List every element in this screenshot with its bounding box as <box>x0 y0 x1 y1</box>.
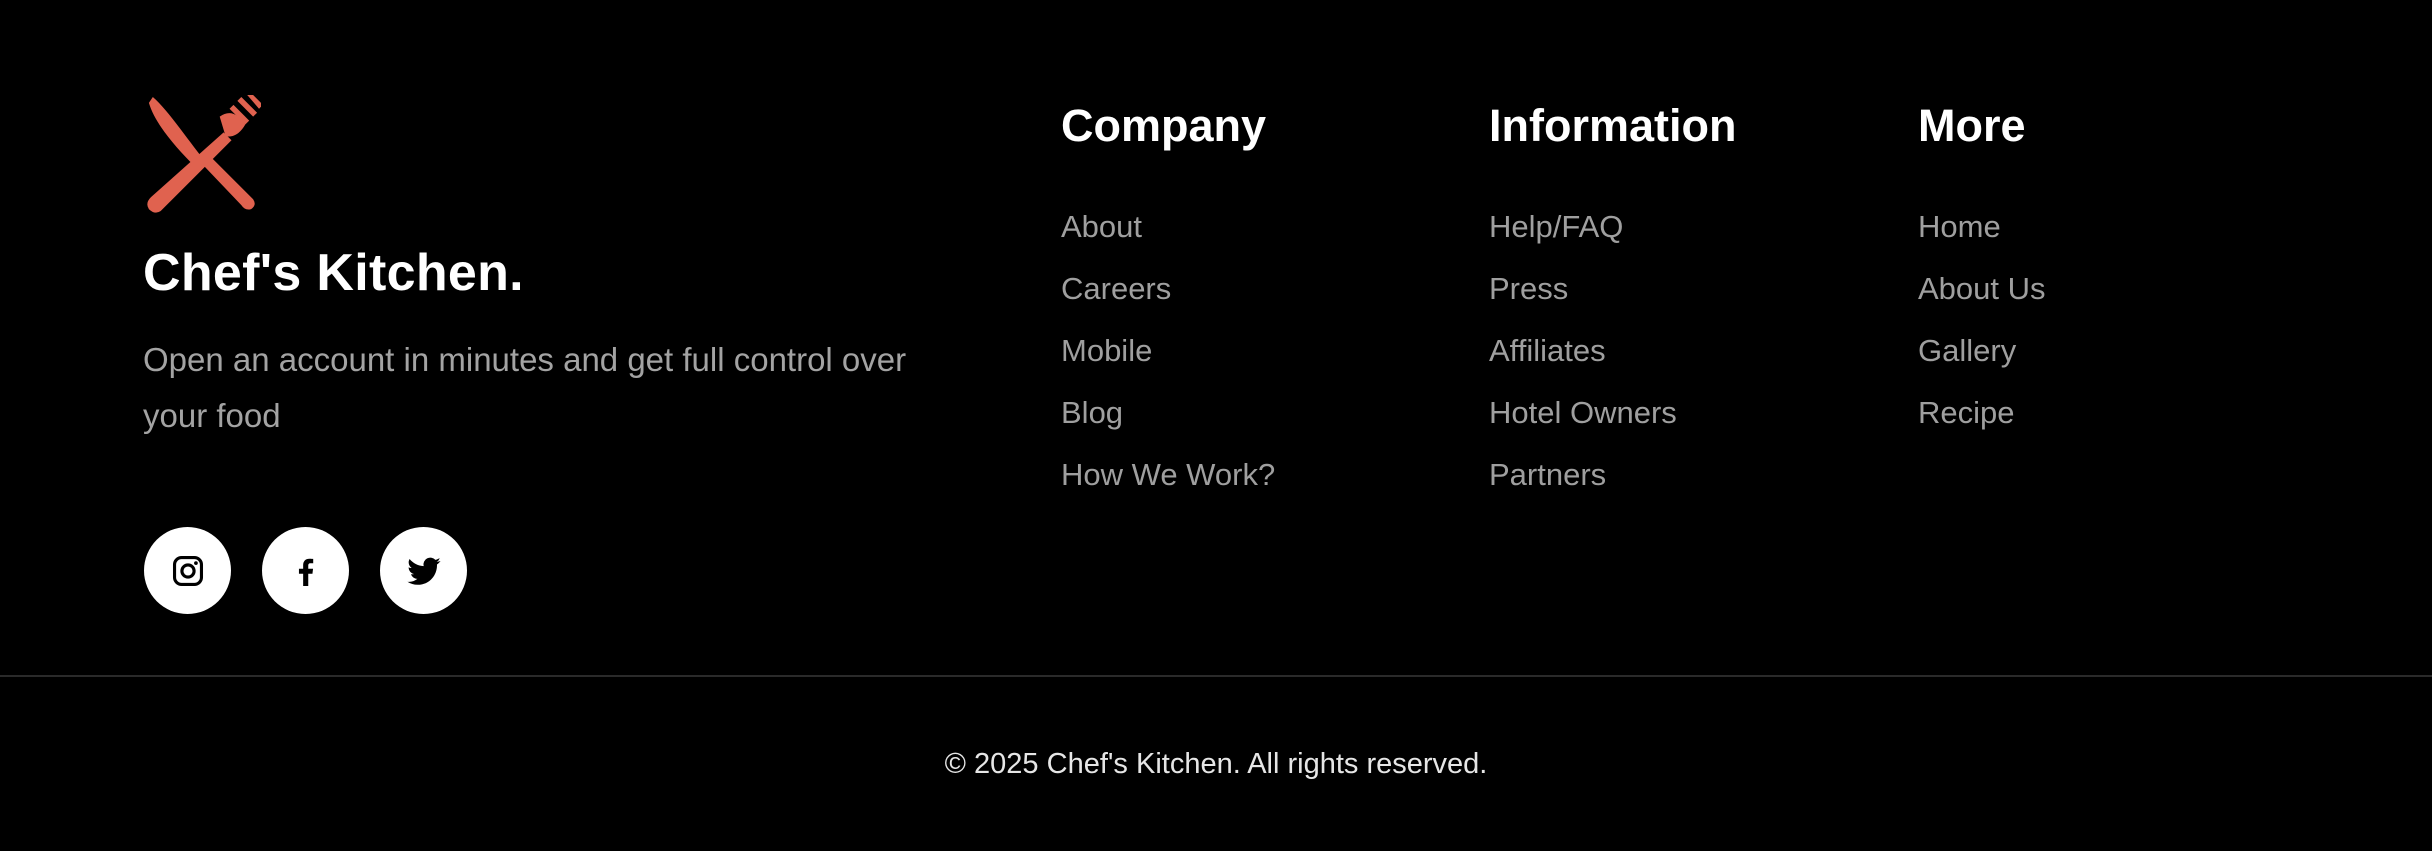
footer-link-recipe[interactable]: Recipe <box>1918 382 2046 444</box>
social-links <box>144 527 467 614</box>
footer-link-press[interactable]: Press <box>1489 258 1736 320</box>
facebook-button[interactable] <box>262 527 349 614</box>
footer-link-gallery[interactable]: Gallery <box>1918 320 2046 382</box>
footer-link-how-we-work[interactable]: How We Work? <box>1061 444 1275 506</box>
link-list: About Careers Mobile Blog How We Work? <box>1061 196 1275 506</box>
column-title: Company <box>1061 100 1267 151</box>
brand-name: Chef's Kitchen. <box>143 244 524 302</box>
twitter-button[interactable] <box>380 527 467 614</box>
footer-link-partners[interactable]: Partners <box>1489 444 1736 506</box>
column-title: More <box>1918 100 2026 151</box>
footer-link-mobile[interactable]: Mobile <box>1061 320 1275 382</box>
footer-link-blog[interactable]: Blog <box>1061 382 1275 444</box>
facebook-icon <box>298 558 313 586</box>
footer-column-information: Information Help/FAQ Press Affiliates Ho… <box>1489 98 1736 506</box>
footer-column-more: More Home About Us Gallery Recipe <box>1918 98 2046 444</box>
copyright-text: © 2025 Chef's Kitchen. All rights reserv… <box>944 748 1488 780</box>
brand-tagline: Open an account in minutes and get full … <box>143 341 907 435</box>
instagram-button[interactable] <box>144 527 231 614</box>
footer-column-company: Company About Careers Mobile Blog How We… <box>1061 98 1275 506</box>
brand-block: Chef's Kitchen. Open an account in minut… <box>143 95 963 444</box>
link-list: Help/FAQ Press Affiliates Hotel Owners P… <box>1489 196 1736 506</box>
footer-link-home[interactable]: Home <box>1918 196 2046 258</box>
footer-link-help-faq[interactable]: Help/FAQ <box>1489 196 1736 258</box>
twitter-icon <box>406 557 441 585</box>
footer-divider <box>0 675 2432 677</box>
footer-link-careers[interactable]: Careers <box>1061 258 1275 320</box>
instagram-icon <box>172 555 203 586</box>
footer-link-affiliates[interactable]: Affiliates <box>1489 320 1736 382</box>
footer-link-about-us[interactable]: About Us <box>1918 258 2046 320</box>
knife-fork-crossed-icon <box>147 95 261 213</box>
footer-link-about[interactable]: About <box>1061 196 1275 258</box>
column-title: Information <box>1489 100 1737 151</box>
site-footer: Chef's Kitchen. Open an account in minut… <box>0 0 2432 676</box>
footer-link-hotel-owners[interactable]: Hotel Owners <box>1489 382 1736 444</box>
link-list: Home About Us Gallery Recipe <box>1918 196 2046 444</box>
